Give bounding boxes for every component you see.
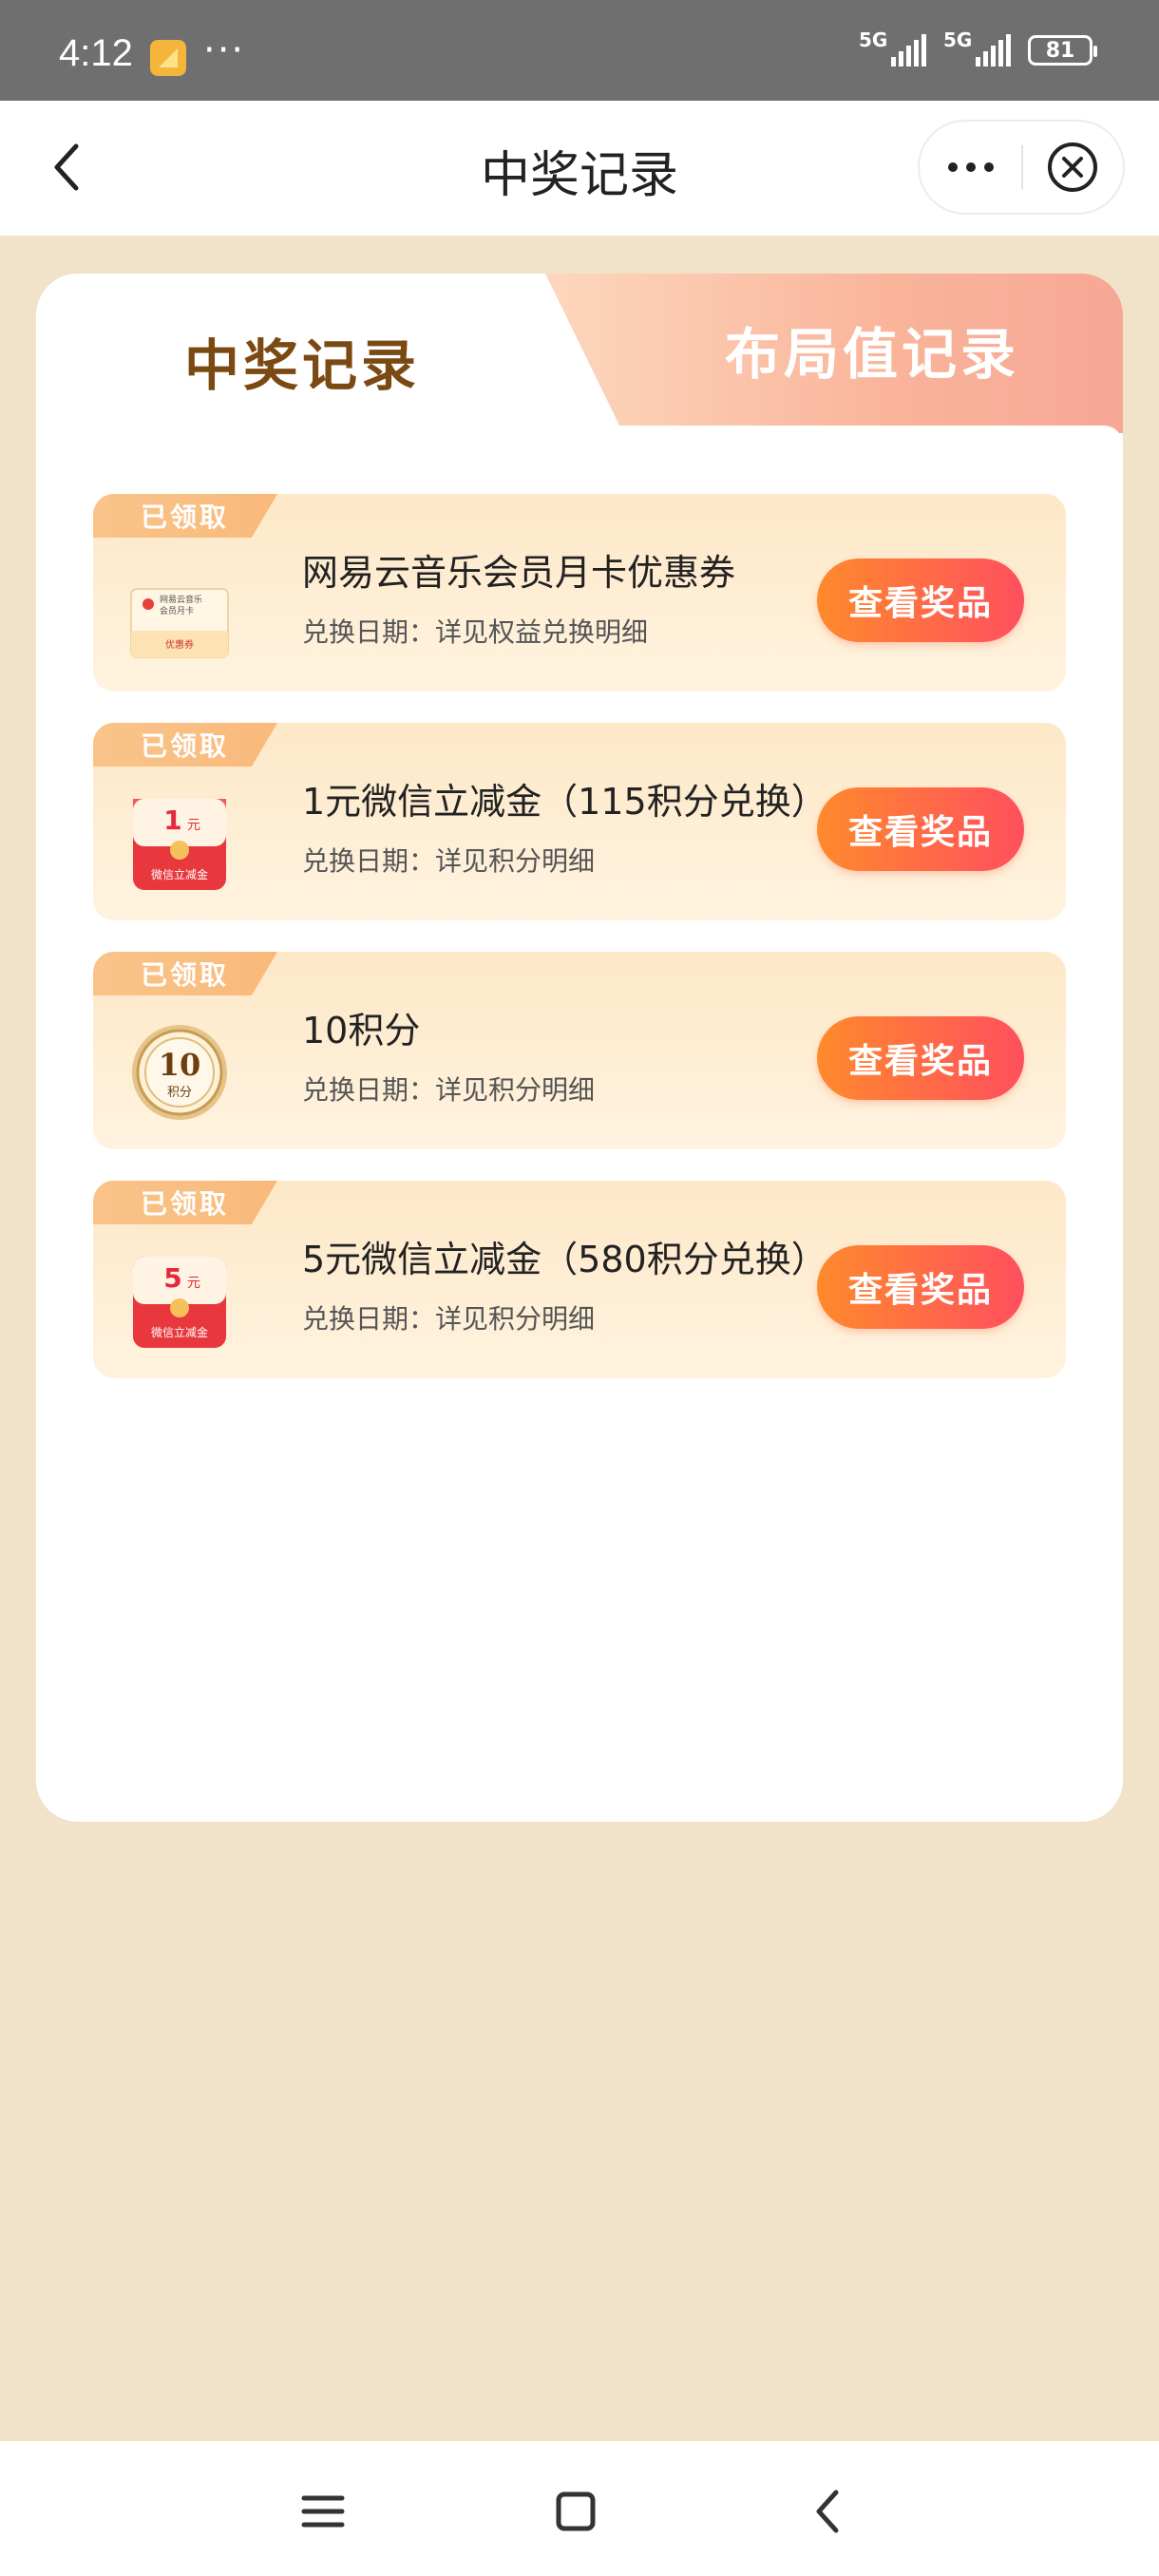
record-date: 兑换日期：详见积分明细 (302, 1303, 596, 1335)
more-notifications-icon: ··· (203, 28, 246, 72)
record-title: 10积分 (302, 1010, 421, 1051)
coupon-card-icon: 网易云音乐 会员月卡 优惠券 (127, 576, 232, 667)
svg-text:网易云音乐: 网易云音乐 (160, 594, 202, 605)
view-prize-button[interactable]: 查看奖品 (817, 1245, 1024, 1329)
record-date: 兑换日期：详见积分明细 (302, 1074, 596, 1106)
more-menu-button[interactable] (920, 122, 1021, 213)
points-coin-icon: 10 积分 (127, 1025, 232, 1125)
record-title: 5元微信立减金（580积分兑换） (302, 1239, 827, 1280)
svg-text:会员月卡: 会员月卡 (160, 605, 194, 616)
records-card: 中奖记录 布局值记录 已领取 网易云音乐 会员月卡 优惠券 网易云音乐会员月卡优… (36, 274, 1123, 1822)
svg-text:积分: 积分 (167, 1086, 192, 1100)
miniapp-capsule (918, 120, 1125, 215)
chevron-left-icon (816, 2490, 839, 2533)
record-date: 兑换日期：详见积分明细 (302, 845, 596, 877)
tab-shelf (619, 426, 1123, 445)
view-prize-button[interactable]: 查看奖品 (817, 559, 1024, 642)
nav-bar: 中奖记录 (0, 101, 1159, 236)
record-item: 已领取 网易云音乐 会员月卡 优惠券 网易云音乐会员月卡优惠券 兑换日期：详见权… (93, 494, 1066, 691)
claimed-badge: 已领取 (93, 1181, 277, 1224)
record-item: 已领取 10 积分 10积分 兑换日期：详见积分明细 查看奖品 (93, 952, 1066, 1149)
record-item: 已领取 5 元 微信立减金 5元微信立减金（580积分兑换） 兑换日期：详见积分… (93, 1181, 1066, 1378)
svg-text:微信立减金: 微信立减金 (151, 867, 208, 881)
close-miniapp-button[interactable] (1023, 122, 1123, 213)
view-prize-button[interactable]: 查看奖品 (817, 787, 1024, 871)
system-back-button[interactable] (800, 2483, 857, 2540)
dot-icon (965, 162, 976, 172)
record-item: 已领取 1 元 微信立减金 1元微信立减金（115积分兑换） 兑换日期：详见积分… (93, 723, 1066, 920)
menu-icon (301, 2495, 345, 2528)
red-envelope-icon: 5 元 微信立减金 (127, 1257, 232, 1354)
view-prize-button[interactable]: 查看奖品 (817, 1016, 1024, 1100)
svg-text:1: 1 (163, 805, 181, 836)
home-square-icon (556, 2491, 596, 2531)
svg-text:元: 元 (187, 1276, 200, 1291)
signal-5g-secondary-icon: 5G (943, 28, 1011, 66)
status-bar: 4:12 ··· 5G 5G 81 (0, 0, 1159, 101)
close-circle-icon (1048, 142, 1098, 192)
svg-text:5: 5 (163, 1262, 181, 1294)
battery-icon: 81 (1028, 35, 1097, 66)
record-date: 兑换日期：详见权益兑换明细 (302, 616, 649, 648)
dot-icon (947, 162, 958, 172)
svg-text:10: 10 (159, 1047, 201, 1083)
record-title: 1元微信立减金（115积分兑换） (302, 781, 827, 823)
signal-5g-icon: 5G (859, 28, 926, 66)
status-time: 4:12 (59, 32, 133, 74)
red-envelope-icon: 1 元 微信立减金 (127, 799, 232, 896)
svg-text:元: 元 (187, 818, 200, 833)
tab-layout-value-records[interactable]: 布局值记录 (625, 274, 1119, 426)
gallery-app-icon (150, 40, 186, 76)
dot-icon (983, 162, 994, 172)
svg-text:优惠券: 优惠券 (165, 638, 194, 651)
record-title: 网易云音乐会员月卡优惠券 (302, 552, 736, 594)
home-button[interactable] (547, 2483, 604, 2540)
claimed-badge: 已领取 (93, 952, 277, 995)
tab-prize-records[interactable]: 中奖记录 (36, 274, 568, 445)
claimed-badge: 已领取 (93, 494, 277, 538)
svg-text:微信立减金: 微信立减金 (151, 1325, 208, 1339)
recent-apps-button[interactable] (294, 2483, 352, 2540)
system-nav-bar (0, 2441, 1159, 2576)
battery-level: 81 (1045, 38, 1075, 63)
claimed-badge: 已领取 (93, 723, 277, 767)
